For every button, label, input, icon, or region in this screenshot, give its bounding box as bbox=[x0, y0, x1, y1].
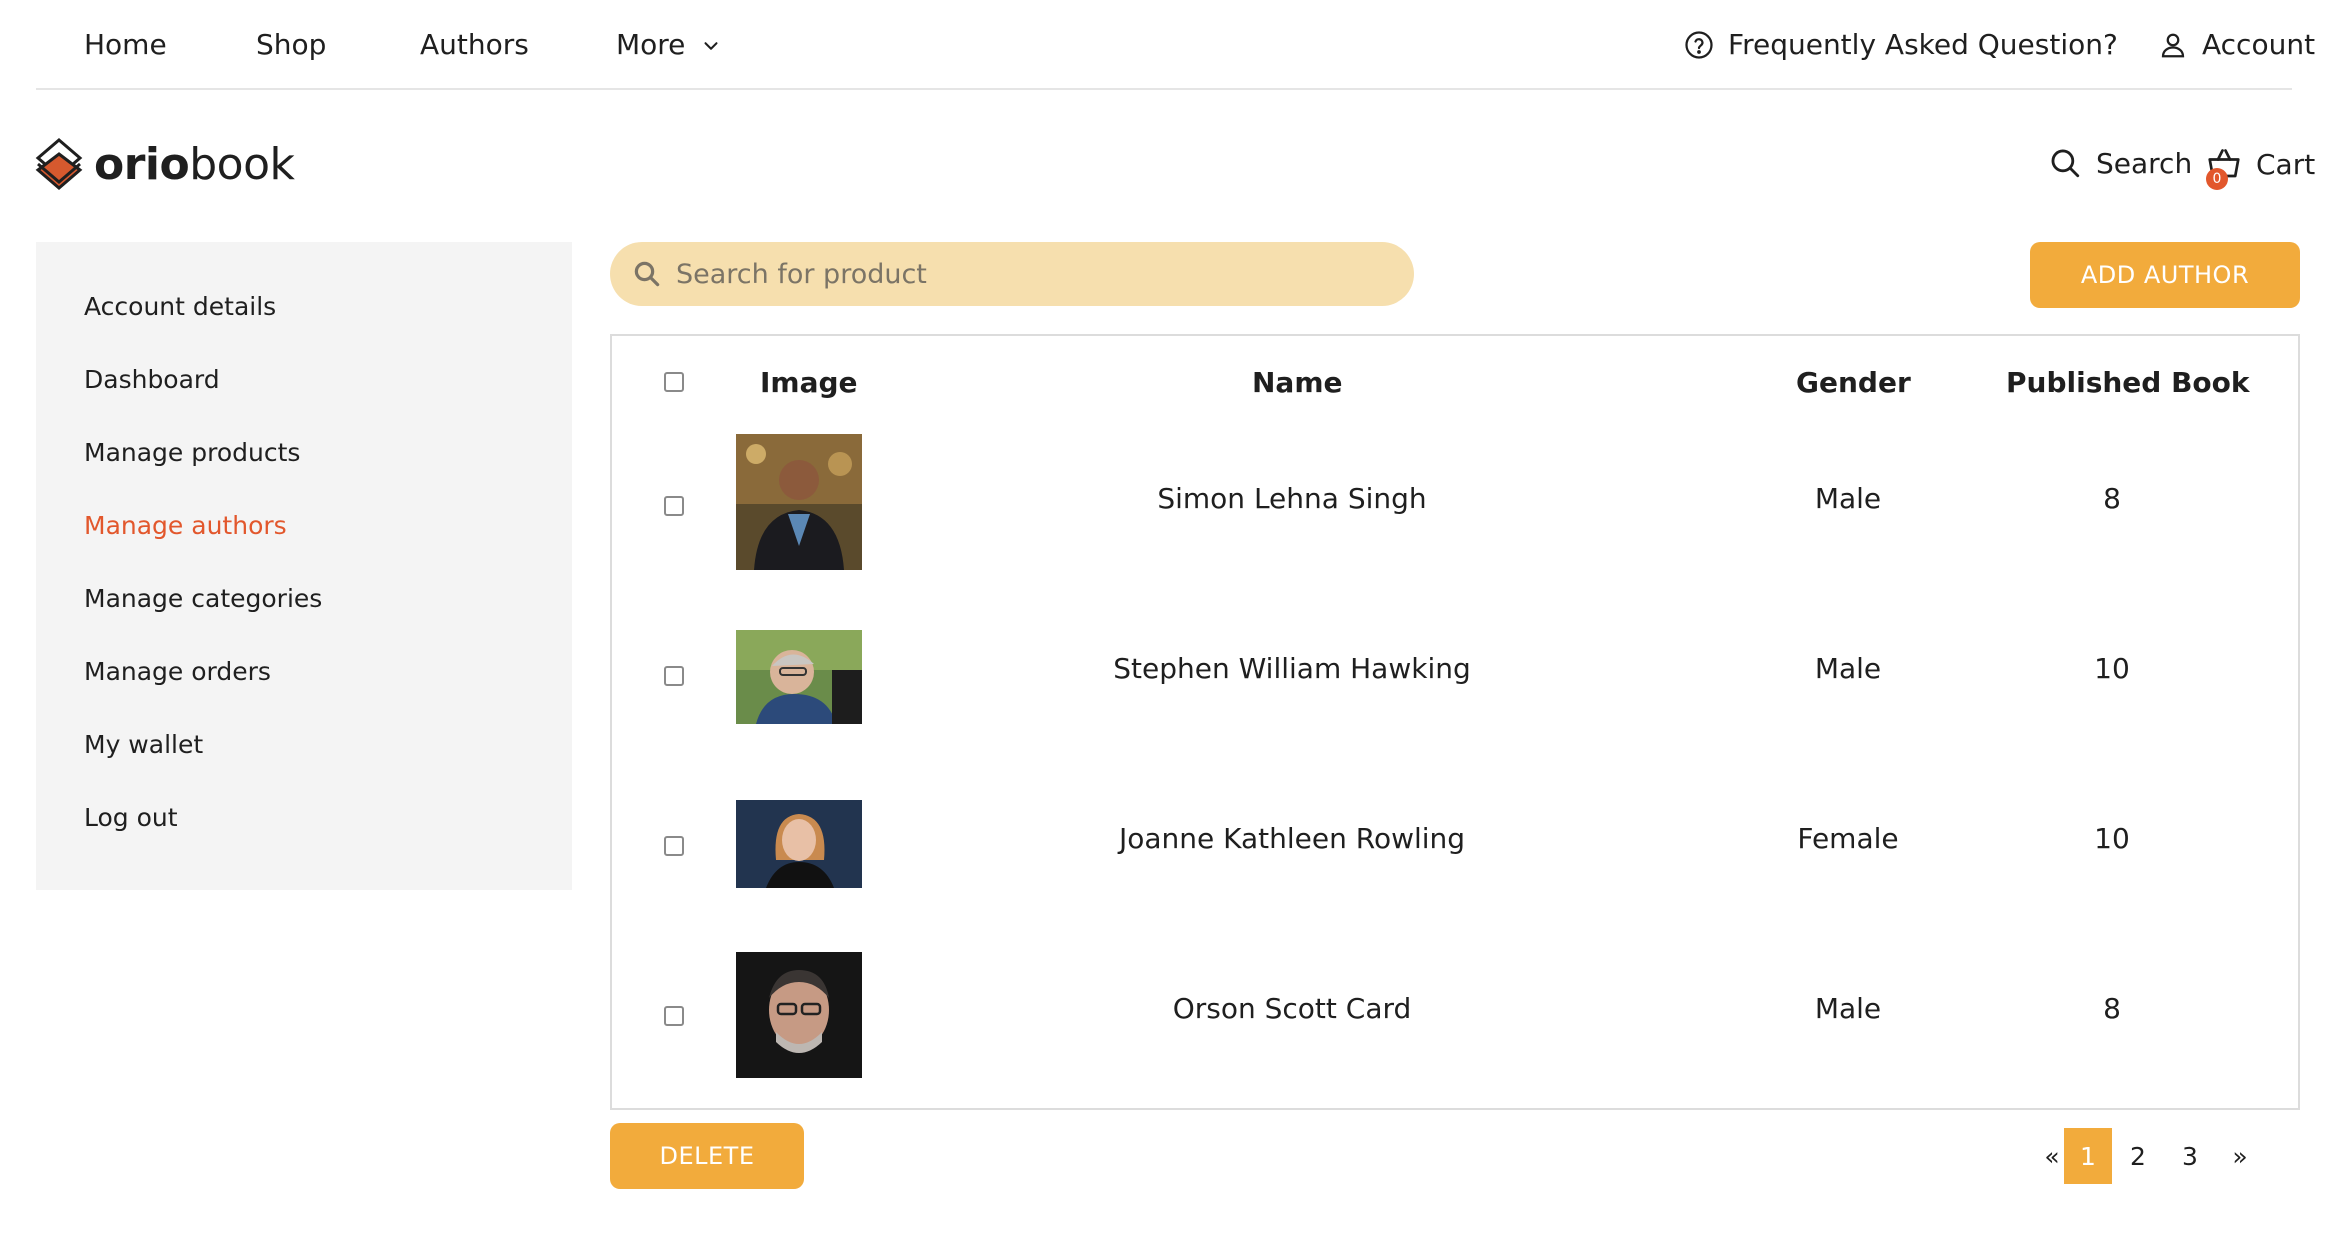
account-sidebar: Account details Dashboard Manage product… bbox=[36, 242, 572, 890]
header-search-button[interactable]: Search bbox=[2048, 146, 2192, 180]
author-published-count: 8 bbox=[2103, 992, 2121, 1025]
chevron-down-icon bbox=[704, 42, 718, 50]
cart-count-badge: 0 bbox=[2206, 168, 2228, 190]
top-navigation: Home Shop Authors More Frequently Asked … bbox=[36, 0, 2315, 90]
user-icon bbox=[2161, 33, 2185, 57]
sidebar-item-manage-products[interactable]: Manage products bbox=[84, 438, 300, 467]
sidebar-item-my-wallet[interactable]: My wallet bbox=[84, 730, 203, 759]
question-circle-icon bbox=[1685, 30, 1713, 59]
nav-home[interactable]: Home bbox=[84, 28, 167, 61]
row-checkbox[interactable] bbox=[664, 836, 684, 856]
cart-icon-wrap: 0 bbox=[2206, 146, 2242, 190]
author-gender: Female bbox=[1797, 822, 1899, 855]
pagination-page-1[interactable]: 1 bbox=[2064, 1128, 2112, 1184]
cart-label: Cart bbox=[2256, 147, 2316, 181]
author-gender: Male bbox=[1814, 652, 1882, 685]
author-published-count: 10 bbox=[2094, 652, 2130, 685]
sidebar-item-manage-orders[interactable]: Manage orders bbox=[84, 657, 271, 686]
author-photo bbox=[736, 800, 862, 888]
row-checkbox[interactable] bbox=[664, 666, 684, 686]
nav-authors[interactable]: Authors bbox=[420, 28, 529, 61]
select-all-checkbox[interactable] bbox=[664, 372, 684, 392]
author-published-count: 8 bbox=[2103, 482, 2121, 515]
column-header-published-book: Published Book bbox=[2006, 366, 2250, 399]
faq-label: Frequently Asked Question? bbox=[1728, 28, 2118, 61]
nav-more-label: More bbox=[616, 28, 686, 61]
pagination-page-2[interactable]: 2 bbox=[2118, 1128, 2158, 1184]
search-icon bbox=[2051, 149, 2080, 178]
sidebar-item-account-details[interactable]: Account details bbox=[84, 292, 276, 321]
sidebar-item-manage-categories[interactable]: Manage categories bbox=[84, 584, 322, 613]
column-header-image: Image bbox=[760, 366, 858, 399]
table-row: Joanne Kathleen Rowling Female 10 bbox=[612, 758, 2298, 928]
product-search-input[interactable] bbox=[676, 258, 1376, 290]
author-photo bbox=[736, 952, 862, 1078]
book-logo-icon bbox=[35, 138, 83, 190]
search-icon bbox=[634, 261, 660, 287]
table-row: Stephen William Hawking Male 10 bbox=[612, 588, 2298, 758]
nav-shop[interactable]: Shop bbox=[256, 28, 326, 61]
row-checkbox[interactable] bbox=[664, 1006, 684, 1026]
header-search-label: Search bbox=[2096, 146, 2193, 180]
faq-link[interactable]: Frequently Asked Question? bbox=[1684, 28, 2118, 61]
author-name: Orson Scott Card bbox=[1172, 992, 1412, 1025]
pagination-next[interactable]: » bbox=[2220, 1128, 2260, 1184]
account-link[interactable]: Account bbox=[2158, 28, 2315, 61]
column-header-gender: Gender bbox=[1796, 366, 1911, 399]
pagination-page-3[interactable]: 3 bbox=[2170, 1128, 2210, 1184]
author-gender: Male bbox=[1814, 482, 1882, 515]
author-photo bbox=[736, 630, 862, 724]
author-name: Joanne Kathleen Rowling bbox=[1118, 822, 1466, 855]
sidebar-item-manage-authors[interactable]: Manage authors bbox=[84, 511, 287, 540]
logo-text: oriobook bbox=[94, 139, 295, 190]
product-search-bar bbox=[610, 242, 1414, 306]
delete-button[interactable]: DELETE bbox=[610, 1123, 804, 1189]
author-name: Stephen William Hawking bbox=[1113, 652, 1471, 685]
nav-more[interactable]: More bbox=[616, 28, 722, 61]
table-row: Simon Lehna Singh Male 8 bbox=[612, 418, 2298, 588]
add-author-button[interactable]: ADD AUTHOR bbox=[2030, 242, 2300, 308]
logo-text-bold: orio bbox=[94, 138, 190, 190]
author-photo bbox=[736, 434, 862, 570]
column-header-name: Name bbox=[1252, 366, 1343, 399]
author-gender: Male bbox=[1814, 992, 1882, 1025]
table-row: Orson Scott Card Male 8 bbox=[612, 928, 2298, 1098]
site-logo[interactable]: oriobook bbox=[34, 136, 295, 192]
author-published-count: 10 bbox=[2094, 822, 2130, 855]
account-label: Account bbox=[2202, 28, 2316, 61]
row-checkbox[interactable] bbox=[664, 496, 684, 516]
logo-text-light: book bbox=[189, 138, 295, 190]
cart-button[interactable]: 0 Cart bbox=[2206, 146, 2316, 190]
authors-table: Image Name Gender Published Book Simon L… bbox=[610, 334, 2300, 1110]
sidebar-item-dashboard[interactable]: Dashboard bbox=[84, 365, 220, 394]
author-name: Simon Lehna Singh bbox=[1157, 482, 1427, 515]
sidebar-item-log-out[interactable]: Log out bbox=[84, 803, 178, 832]
